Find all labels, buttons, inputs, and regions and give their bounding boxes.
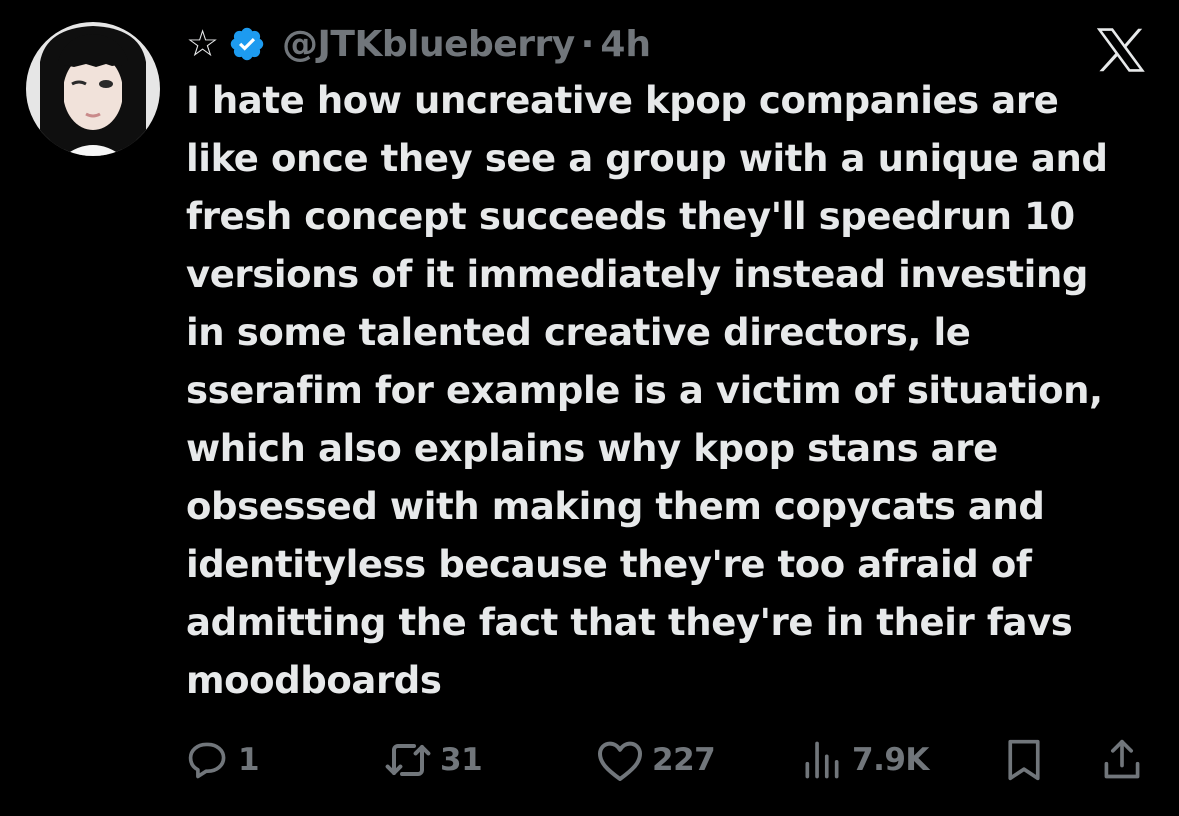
action-bar: 1 31 227 7.9K [0, 730, 1179, 790]
post-text: I hate how uncreative kpop companies are… [186, 72, 1161, 710]
user-handle[interactable]: @JTKblueberry [282, 24, 575, 65]
star-icon: ☆ [186, 21, 220, 65]
post-text-line: I hate how uncreative kpop companies are [186, 79, 1059, 122]
post-header: ☆ @JTKblueberry · 4h [186, 18, 651, 70]
repost-button[interactable]: 31 [384, 730, 483, 790]
bookmark-button[interactable] [1002, 730, 1046, 790]
reply-count: 1 [238, 742, 260, 778]
post-text-line: versions of it immediately instead inves… [186, 253, 1088, 296]
avatar[interactable] [26, 22, 160, 156]
post-text-line: in some talented creative directors, le [186, 311, 971, 354]
reply-button[interactable]: 1 [186, 730, 260, 790]
post-text-line: obsessed with making them copycats and [186, 485, 1045, 528]
separator-dot: · [580, 23, 595, 65]
views-count: 7.9K [852, 742, 929, 778]
like-button[interactable]: 227 [596, 730, 716, 790]
avatar-image [26, 22, 160, 156]
bookmark-icon [1008, 739, 1040, 781]
post-text-line: identityless because they're too afraid … [186, 543, 1032, 586]
post-timestamp[interactable]: 4h [600, 24, 651, 65]
post-text-line: which also explains why kpop stans are [186, 427, 998, 470]
like-count: 227 [652, 742, 716, 778]
views-icon [805, 741, 839, 779]
post-text-line: like once they see a group with a unique… [186, 137, 1108, 180]
reply-icon [188, 742, 226, 779]
post-text-line: fresh concept succeeds they'll speedrun … [186, 195, 1075, 238]
views-button[interactable]: 7.9K [800, 730, 929, 790]
post-text-line: sserafim for example is a victim of situ… [186, 369, 1103, 412]
share-button[interactable] [1100, 730, 1144, 790]
share-icon [1104, 739, 1140, 779]
repost-count: 31 [440, 742, 483, 778]
post-text-line: admitting the fact that they're in their… [186, 601, 1073, 644]
heart-icon [598, 741, 642, 781]
verified-badge-icon [230, 27, 264, 61]
post-text-line: moodboards [186, 659, 442, 702]
repost-icon [385, 744, 431, 776]
x-logo-icon [1097, 28, 1145, 72]
